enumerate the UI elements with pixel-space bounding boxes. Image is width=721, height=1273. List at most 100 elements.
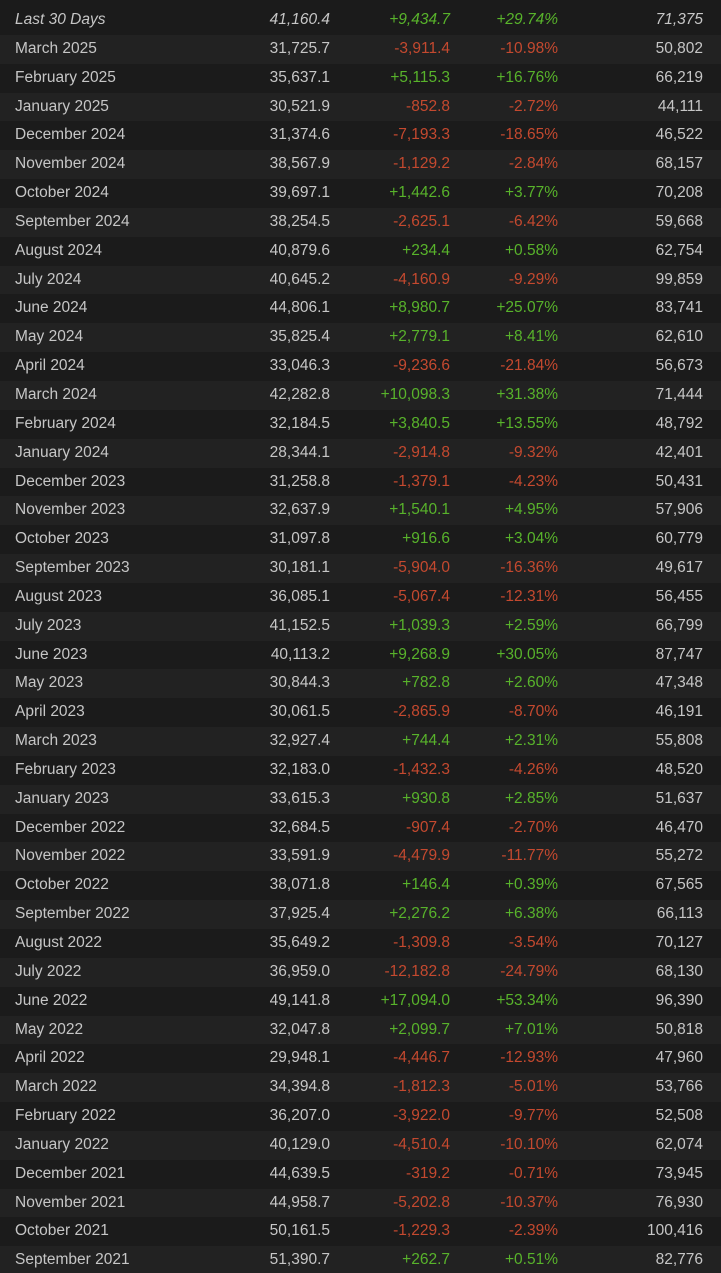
avg-players-cell: 44,639.5	[269, 1164, 330, 1182]
avg-players-cell: 34,394.8	[269, 1078, 330, 1096]
gain-cell: -5,904.0	[393, 559, 450, 577]
month-cell: July 2023	[15, 616, 82, 634]
table-row: May 2023 30,844.3 +782.8 +2.60% 47,348	[0, 669, 721, 699]
table-row: December 2021 44,639.5 -319.2 -0.71% 73,945	[0, 1159, 721, 1189]
month-cell: December 2023	[15, 472, 126, 490]
avg-players-cell: 37,925.4	[269, 905, 330, 923]
avg-players-cell: 30,844.3	[269, 674, 330, 692]
percent-gain-cell: +2.85%	[504, 789, 558, 807]
month-cell: February 2023	[15, 760, 116, 778]
percent-gain-cell: -10.10%	[500, 1135, 558, 1153]
table-row: May 2024 35,825.4 +2,779.1 +8.41% 62,610	[0, 323, 721, 353]
avg-players-cell: 40,129.0	[269, 1135, 330, 1153]
gain-cell: +262.7	[402, 1251, 450, 1269]
month-cell: May 2024	[15, 328, 84, 346]
peak-players-cell: 60,779	[655, 530, 703, 548]
avg-players-cell: 28,344.1	[269, 443, 330, 461]
percent-gain-cell: -0.71%	[508, 1164, 558, 1182]
percent-gain-cell: -11.77%	[501, 847, 558, 865]
peak-players-cell: 50,431	[655, 472, 703, 490]
table-row-last-30-days: Last 30 Days 41,160.4 +9,434.7 +29.74% 71,37…	[0, 6, 721, 35]
gain-cell: +10,098.3	[380, 385, 450, 403]
peak-players-cell: 56,673	[655, 357, 703, 375]
table-row: November 2022 33,591.9 -4,479.9 -11.77% 55,2…	[0, 842, 721, 872]
peak-players-cell: 66,219	[655, 68, 703, 86]
peak-players-cell: 53,766	[655, 1078, 703, 1096]
avg-players-cell: 32,047.8	[269, 1020, 330, 1038]
avg-players-cell: 32,183.0	[269, 760, 330, 778]
table-row: November 2024 38,567.9 -1,129.2 -2.84% 68,15…	[0, 150, 721, 180]
gain-cell: +930.8	[402, 789, 450, 807]
table-row: February 2025 35,637.1 +5,115.3 +16.76% 66,2…	[0, 63, 721, 93]
peak-players-cell: 100,416	[646, 1222, 703, 1240]
avg-players-cell: 29,948.1	[269, 1049, 330, 1067]
month-cell: December 2021	[15, 1164, 126, 1182]
gain-cell: -3,922.0	[393, 1107, 450, 1125]
gain-cell: -2,914.8	[393, 443, 450, 461]
percent-gain-cell: +25.07%	[496, 299, 558, 317]
month-cell: July 2024	[15, 270, 82, 288]
table-row: August 2023 36,085.1 -5,067.4 -12.31% 56,455	[0, 582, 721, 612]
avg-players-cell: 33,615.3	[269, 789, 330, 807]
table-row: March 2023 32,927.4 +744.4 +2.31% 55,808	[0, 727, 721, 756]
gain-cell: -1,432.3	[393, 760, 450, 778]
percent-gain-cell: -4.23%	[508, 472, 558, 490]
peak-players-cell: 51,637	[655, 789, 703, 807]
month-cell: Last 30 Days	[15, 11, 106, 28]
peak-players-cell: 59,668	[655, 212, 703, 230]
peak-players-cell: 70,208	[655, 184, 703, 202]
month-cell: November 2024	[15, 155, 126, 173]
percent-gain-cell: -3.54%	[508, 934, 558, 951]
peak-players-cell: 62,074	[655, 1135, 703, 1153]
gain-cell: -1,379.1	[393, 472, 450, 490]
month-cell: January 2025	[15, 97, 109, 115]
avg-players-cell: 41,152.5	[269, 616, 330, 634]
table-row: August 2022 35,649.2 -1,309.8 -3.54% 70,127	[0, 929, 721, 958]
table-row: March 2022 34,394.8 -1,812.3 -5.01% 53,766	[0, 1073, 721, 1103]
month-cell: May 2023	[15, 674, 84, 692]
percent-gain-cell: -9.32%	[508, 443, 558, 461]
gain-cell: +3,840.5	[389, 414, 450, 432]
peak-players-cell: 46,522	[655, 126, 703, 144]
gain-cell: -7,193.3	[393, 126, 450, 144]
gain-cell: +1,039.3	[389, 616, 450, 634]
table-row: October 2021 50,161.5 -1,229.3 -2.39% 100,41…	[0, 1217, 721, 1247]
month-cell: January 2022	[15, 1135, 109, 1153]
peak-players-cell: 73,945	[655, 1164, 703, 1182]
percent-gain-cell: +7.01%	[504, 1020, 558, 1038]
month-cell: August 2022	[15, 934, 103, 951]
peak-players-cell: 66,113	[656, 905, 703, 923]
month-cell: October 2022	[15, 876, 109, 894]
gain-cell: -4,510.4	[393, 1135, 450, 1153]
peak-players-cell: 47,348	[655, 674, 703, 692]
avg-players-cell: 41,160.4	[269, 11, 330, 28]
avg-players-cell: 36,085.1	[269, 587, 330, 605]
percent-gain-cell: -18.65%	[500, 126, 558, 144]
month-cell: October 2021	[15, 1222, 109, 1240]
month-cell: September 2021	[15, 1251, 130, 1269]
avg-players-cell: 50,161.5	[269, 1222, 330, 1240]
gain-cell: -9,236.6	[393, 357, 450, 375]
gain-cell: +146.4	[402, 876, 450, 894]
peak-players-cell: 55,808	[655, 732, 703, 750]
month-cell: June 2023	[15, 645, 88, 663]
gain-cell: -1,129.2	[393, 155, 450, 173]
gain-cell: +9,268.9	[389, 645, 450, 663]
month-cell: April 2022	[15, 1049, 85, 1067]
peak-players-cell: 49,617	[655, 559, 703, 577]
avg-players-cell: 36,207.0	[269, 1107, 330, 1125]
month-cell: March 2025	[15, 39, 97, 57]
avg-players-cell: 32,684.5	[269, 818, 330, 836]
table-row: January 2025 30,521.9 -852.8 -2.72% 44,111	[0, 92, 721, 122]
gain-cell: -5,067.4	[393, 587, 450, 605]
gain-cell: -2,865.9	[393, 703, 450, 721]
percent-gain-cell: -12.93%	[500, 1049, 558, 1067]
percent-gain-cell: +2.59%	[504, 616, 558, 634]
peak-players-cell: 48,792	[655, 414, 703, 432]
percent-gain-cell: -10.37%	[500, 1193, 558, 1211]
peak-players-cell: 48,520	[655, 760, 703, 778]
peak-players-cell: 83,741	[655, 299, 703, 317]
table-row: July 2023 41,152.5 +1,039.3 +2.59% 66,799	[0, 611, 721, 641]
peak-players-cell: 52,508	[655, 1107, 703, 1125]
gain-cell: +17,094.0	[380, 991, 450, 1009]
